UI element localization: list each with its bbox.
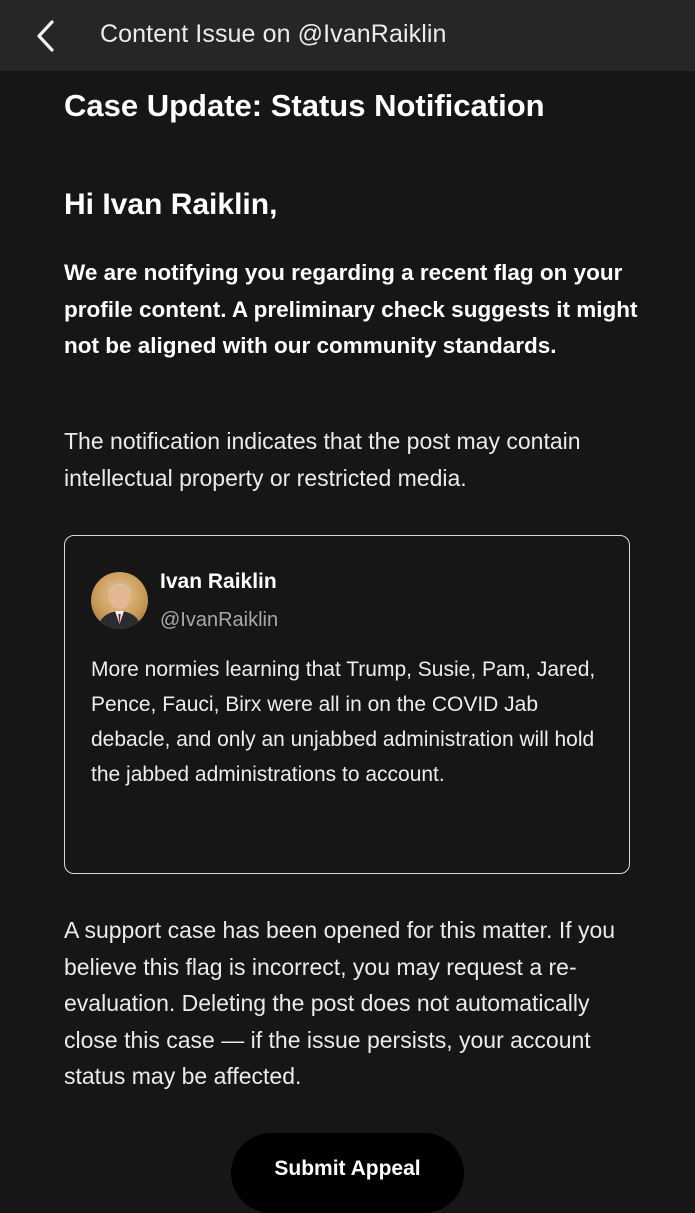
avatar — [91, 572, 148, 629]
post-author-name: Ivan Raiklin — [160, 570, 277, 593]
case-title: Case Update: Status Notification — [64, 88, 545, 123]
support-case-text: A support case has been opened for this … — [64, 917, 616, 1089]
submit-appeal-button[interactable]: Submit Appeal — [231, 1133, 464, 1213]
post-author-handle: @IvanRaiklin — [160, 609, 279, 631]
quoted-post-card[interactable]: Ivan Raiklin @IvanRaiklin More normies l… — [64, 535, 630, 874]
notice-text: We are notifying you regarding a recent … — [64, 260, 638, 358]
chevron-left-icon — [37, 20, 54, 52]
page-title: Content Issue on @IvanRaiklin — [100, 20, 447, 48]
back-button[interactable] — [28, 18, 64, 54]
top-bar: Content Issue on @IvanRaiklin — [0, 0, 695, 71]
post-text: More normies learning that Trump, Susie,… — [91, 658, 596, 786]
greeting: Hi Ivan Raiklin, — [64, 188, 278, 221]
description-text: The notification indicates that the post… — [64, 428, 581, 491]
